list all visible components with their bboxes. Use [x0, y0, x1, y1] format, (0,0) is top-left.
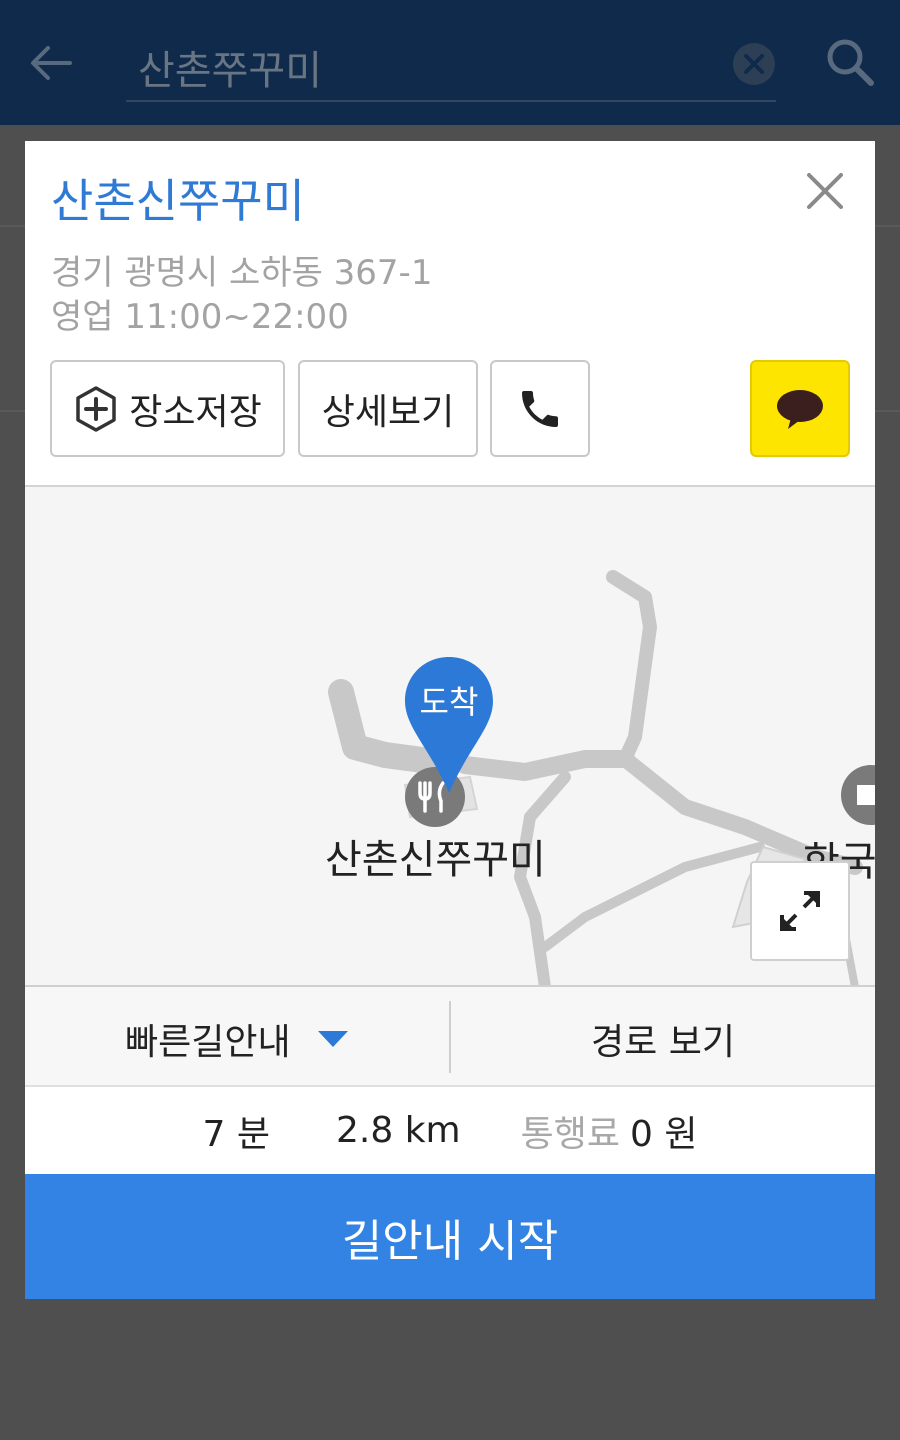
- travel-time: 7 분: [202, 1113, 270, 1155]
- search-query-text: 산촌쭈꾸미: [138, 48, 322, 94]
- place-card: 산촌신쭈꾸미 경기 광명시 소하동 367-1 영업 11:00~22:00 장…: [25, 141, 875, 1299]
- view-route-button[interactable]: 경로 보기: [451, 1013, 875, 1065]
- call-button[interactable]: [490, 360, 590, 457]
- route-options-bar: 빠른길안내 경로 보기: [25, 985, 875, 1087]
- map-pin-icon: [405, 657, 493, 793]
- travel-distance: 2.8 km: [336, 1110, 461, 1151]
- phone-icon: [522, 390, 558, 427]
- route-mode-label: 빠른길안내: [125, 1022, 291, 1063]
- close-icon[interactable]: [801, 167, 849, 215]
- expand-icon: [780, 891, 820, 931]
- place-hours: 영업 11:00~22:00: [51, 297, 349, 337]
- place-title: 산촌신쭈꾸미: [51, 174, 305, 228]
- detail-button[interactable]: 상세보기: [298, 360, 478, 457]
- app-bar: 산촌쭈꾸미: [0, 0, 900, 125]
- route-stats: 7 분 2.8 km 통행료 0 원: [25, 1087, 875, 1174]
- toll-label: 통행료: [520, 1113, 620, 1155]
- chat-bubble-icon: [777, 389, 823, 429]
- kakao-share-button[interactable]: [750, 360, 850, 457]
- save-place-button[interactable]: 장소저장: [50, 360, 285, 457]
- save-place-label: 장소저장: [129, 391, 262, 433]
- toll-value: 0 원: [630, 1113, 698, 1155]
- search-icon[interactable]: [824, 36, 876, 88]
- dropdown-triangle-icon: [317, 1031, 348, 1047]
- pin-label: 도착: [419, 683, 479, 721]
- expand-map-button[interactable]: [750, 861, 850, 961]
- add-hexagon-icon: [76, 385, 116, 432]
- map-view[interactable]: 도착 산촌신쭈꾸미 한국: [25, 485, 875, 987]
- building-poi-icon: [841, 765, 875, 825]
- destination-pin: 도착: [403, 655, 495, 795]
- place-address: 경기 광명시 소하동 367-1: [51, 253, 433, 293]
- back-arrow-icon[interactable]: [26, 38, 76, 88]
- clear-icon[interactable]: [732, 42, 776, 86]
- route-mode-dropdown[interactable]: 빠른길안내: [125, 1013, 349, 1065]
- search-input[interactable]: 산촌쭈꾸미: [126, 30, 776, 102]
- detail-label: 상세보기: [321, 391, 455, 433]
- map-place-label: 산촌신쭈꾸미: [325, 837, 546, 883]
- start-navigation-button[interactable]: 길안내 시작: [25, 1174, 875, 1299]
